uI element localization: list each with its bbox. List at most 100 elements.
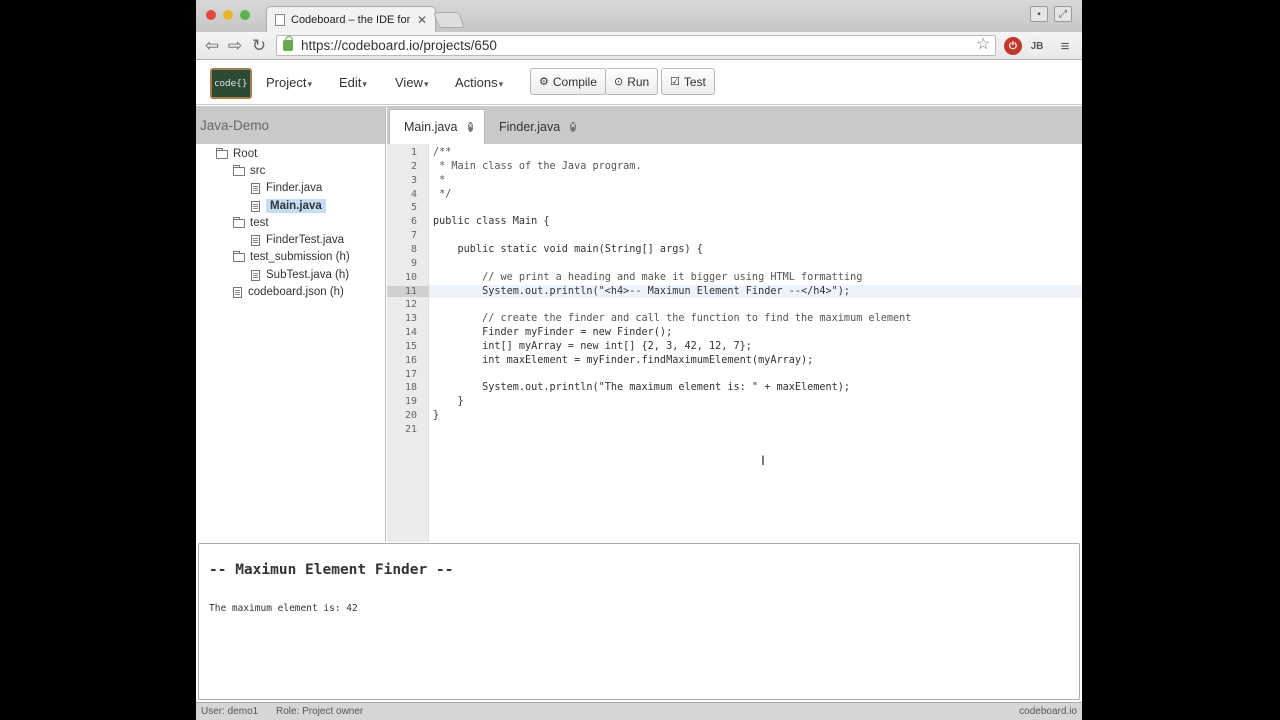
- close-tab-icon[interactable]: ✕: [417, 13, 427, 27]
- tree-label: src: [250, 165, 266, 177]
- line-number: 5: [410, 202, 417, 214]
- gear-icon: ⚙: [539, 76, 549, 88]
- close-icon[interactable]: ✕: [467, 122, 474, 132]
- chevron-down-icon: ▾: [423, 79, 429, 89]
- line-number: 4: [410, 188, 417, 200]
- chevron-down-icon: ▾: [498, 79, 504, 89]
- close-icon[interactable]: ✕: [570, 121, 577, 132]
- tree-label: test: [250, 217, 269, 229]
- code-line: */: [433, 188, 452, 200]
- line-number: 17: [404, 368, 417, 380]
- back-icon[interactable]: ⇦: [202, 36, 222, 56]
- code-line: System.out.println("The maximum element …: [433, 382, 851, 394]
- menu-project[interactable]: Project▾: [266, 75, 312, 90]
- chevron-down-icon: ▾: [362, 79, 367, 89]
- lock-icon: [283, 36, 293, 51]
- run-label: Run: [627, 74, 650, 89]
- menu-actions[interactable]: Actions▾: [455, 75, 503, 90]
- code-line: Finder myFinder = new Finder();: [433, 327, 673, 339]
- browser-tabstrip: Codeboard – the IDE for th ✕ ▪ ⤢: [196, 0, 1082, 32]
- code-line: int maxElement = myFinder.findMaximumEle…: [433, 354, 814, 366]
- line-number: 11: [387, 285, 429, 297]
- url-input[interactable]: https://codeboard.io/projects/650: [276, 35, 996, 56]
- close-window-button[interactable]: [206, 10, 216, 20]
- tree-file-codeboard-json[interactable]: codeboard.json (h): [233, 286, 344, 298]
- code-line: * Main class of the Java program.: [433, 160, 642, 172]
- tab-main-java[interactable]: Main.java ✕: [389, 109, 485, 144]
- file-icon: [251, 269, 260, 281]
- line-number: 14: [404, 327, 417, 339]
- test-label: Test: [683, 74, 706, 89]
- code-line: System.out.println("<h4>-- Maximun Eleme…: [433, 285, 851, 297]
- minimize-window-button[interactable]: [223, 10, 233, 20]
- line-number: 1: [410, 147, 417, 158]
- status-brand: codeboard.io: [1019, 706, 1077, 717]
- codeboard-logo[interactable]: code{}: [210, 68, 252, 99]
- compile-button[interactable]: ⚙ Compile: [530, 68, 606, 95]
- maximize-window-button[interactable]: [240, 10, 250, 20]
- forward-icon[interactable]: ⇨: [225, 36, 245, 56]
- browser-tab[interactable]: Codeboard – the IDE for th ✕: [266, 6, 436, 32]
- extension-jb-icon[interactable]: JB: [1028, 37, 1046, 55]
- menu-view[interactable]: View▾: [395, 75, 428, 90]
- folder-open-icon: [233, 164, 245, 176]
- tree-folder-root[interactable]: Root: [216, 147, 258, 160]
- tab-finder-java[interactable]: Finder.java ✕: [485, 109, 589, 144]
- page-icon: [275, 13, 285, 26]
- tree-folder-src[interactable]: src: [233, 164, 266, 177]
- tree-file-main[interactable]: Main.java: [251, 199, 326, 213]
- reload-icon[interactable]: ↻: [249, 36, 269, 56]
- user-profile-icon[interactable]: ▪: [1030, 6, 1048, 22]
- tree-label: SubTest.java (h): [266, 269, 350, 281]
- tree-label-selected: Main.java: [266, 199, 326, 213]
- menu-actions-label: Actions: [455, 75, 498, 90]
- code-line: *: [433, 174, 446, 186]
- tree-label: test_submission (h): [250, 251, 350, 263]
- code-line: public class Main {: [433, 216, 550, 228]
- run-button[interactable]: ⊙ Run: [605, 68, 659, 95]
- tree-folder-test-submission[interactable]: test_submission (h): [233, 250, 350, 263]
- app-toolbar: code{} Project▾ Edit▾ View▾ Actions▾ ⚙ Co…: [196, 61, 1082, 105]
- tree-label: Root: [233, 148, 258, 160]
- line-number: 2: [410, 160, 417, 172]
- fullscreen-icon[interactable]: ⤢: [1054, 6, 1072, 22]
- status-role: Role: Project owner: [276, 706, 364, 717]
- extension-stop-icon[interactable]: ⏻: [1004, 37, 1022, 55]
- text-cursor-icon: I: [761, 452, 765, 468]
- file-icon: [233, 286, 242, 298]
- browser-tab-title: Codeboard – the IDE for th: [291, 13, 413, 26]
- line-number: 9: [410, 257, 417, 269]
- folder-open-icon: [216, 147, 228, 159]
- line-number: 13: [404, 313, 417, 325]
- project-name: Java-Demo: [196, 106, 385, 144]
- code-line: /**: [433, 147, 452, 158]
- tree-file-finder[interactable]: Finder.java: [251, 182, 322, 194]
- line-number: 12: [404, 299, 417, 311]
- line-number: 7: [410, 230, 417, 242]
- new-tab-button[interactable]: [433, 12, 465, 28]
- url-text: https://codeboard.io/projects/650: [301, 38, 497, 53]
- code-editor[interactable]: 1 2 3 4 5 6 7 8 9 10 11 12 13 14 15 16 17 18 19 20 21 I /** …: [387, 144, 1082, 542]
- code-line: int[] myArray = new int[] {2, 3, 42, 12,…: [433, 340, 752, 352]
- line-number: 16: [404, 354, 417, 366]
- tree-file-subtest[interactable]: SubTest.java (h): [251, 269, 349, 281]
- check-icon: ☑: [670, 76, 680, 88]
- code-line: public static void main(String[] args) {: [433, 243, 703, 255]
- menu-project-label: Project: [266, 75, 307, 90]
- line-number: 8: [410, 243, 417, 255]
- menu-edit[interactable]: Edit▾: [339, 75, 367, 90]
- folder-open-icon: [233, 216, 245, 228]
- tree-label: codeboard.json (h): [248, 286, 344, 298]
- browser-menu-icon[interactable]: ≡: [1056, 37, 1074, 55]
- test-button[interactable]: ☑ Test: [661, 68, 715, 95]
- bookmark-star-icon[interactable]: ☆: [976, 34, 990, 54]
- line-number: 6: [410, 216, 417, 228]
- tree-file-findertest[interactable]: FinderTest.java: [251, 234, 344, 246]
- code-line: }: [433, 396, 464, 408]
- tree-folder-test[interactable]: test: [233, 216, 269, 229]
- output-line: The maximum element is: 42: [209, 603, 358, 614]
- code-line: // create the finder and call the functi…: [433, 313, 912, 325]
- code-line: }: [433, 410, 440, 422]
- tab-label: Main.java: [404, 120, 458, 134]
- project-sidebar: Java-Demo Root src Finder.java Main.java…: [196, 106, 386, 542]
